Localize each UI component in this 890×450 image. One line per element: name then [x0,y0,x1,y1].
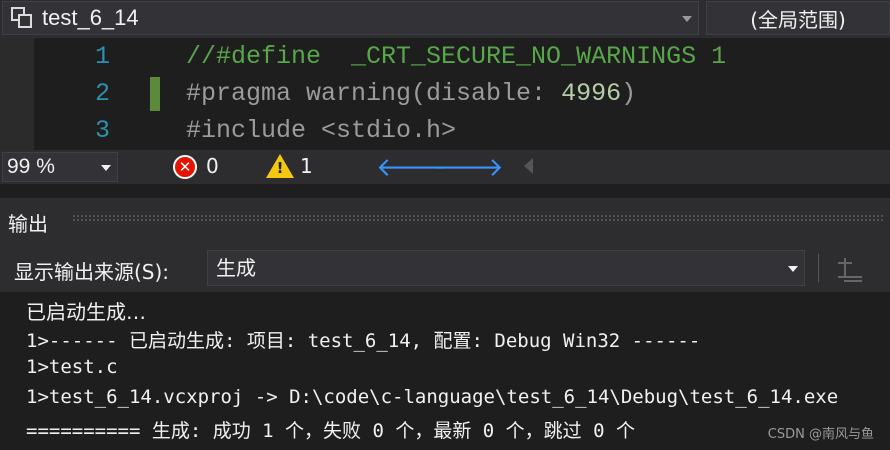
output-text-area[interactable]: 已启动生成… 1>------ 已启动生成: 项目: test_6_14, 配置:… [0,292,890,450]
project-name: test_6_14 [42,5,139,30]
chevron-down-icon [101,165,111,171]
navigation-bar: test_6_14 (全局范围) [0,0,890,38]
output-line: ========== 生成: 成功 1 个，失败 0 个，最新 0 个，跳过 0… [26,420,635,442]
output-line: 1>------ 已启动生成: 项目: test_6_14, 配置: Debug… [26,330,701,352]
code-token: //#define _CRT_SECURE_NO_WARNINGS 1 [186,42,727,71]
code-line[interactable]: 3 #include <stdio.h> [34,112,890,150]
code-token: #include <stdio.h> [186,116,457,145]
scope-dropdown[interactable]: (全局范围) [706,1,890,35]
watermark: CSDN @南风与鱼 [767,427,874,442]
output-source-label: 显示输出来源(S): [14,260,170,284]
warning-icon-mark: ! [276,159,284,177]
code-token: 4996 [561,79,622,108]
go-to-code-icon[interactable] [834,252,866,284]
code-token: #pragma warning(disable: [186,79,562,108]
code-editor[interactable]: 1 //#define _CRT_SECURE_NO_WARNINGS 1 2 #pr… [0,38,890,150]
code-line[interactable]: 1 //#define _CRT_SECURE_NO_WARNINGS 1 [34,38,890,76]
editor-margin [0,38,34,150]
arrow-right-icon[interactable]: 🡒 [434,152,504,183]
output-line: 1>test.c [26,356,118,378]
zoom-value: 99 % [7,155,55,178]
error-icon[interactable]: ✕ [173,155,197,179]
line-number: 2 [94,79,110,108]
code-token: ) [621,79,637,108]
editor-status-bar: 99 % ✕ 0 ! 1 🡐 🡒 [0,150,890,184]
change-indicator [150,77,160,111]
warning-count[interactable]: 1 [300,154,313,178]
project-icon [11,7,33,29]
output-title: 输出 [8,212,48,236]
output-pane-header: 输出 [0,198,890,244]
error-count[interactable]: 0 [206,154,219,178]
line-number: 3 [94,116,110,145]
project-dropdown[interactable]: test_6_14 [2,1,699,35]
output-source-bar: 显示输出来源(S): 生成 [0,244,890,292]
scroll-left-icon[interactable] [524,158,533,174]
output-source-dropdown[interactable]: 生成 [207,250,805,286]
code-line[interactable]: 2 #pragma warning(disable: 4996) [34,75,890,113]
code-text: //#define _CRT_SECURE_NO_WARNINGS 1 [186,38,726,76]
code-text: #pragma warning(disable: 4996) [186,75,636,113]
code-text: #include <stdio.h> [186,112,456,150]
toolbar-divider [818,254,819,282]
output-line: 已启动生成… [26,300,146,324]
drag-grip[interactable] [72,214,884,222]
zoom-dropdown[interactable]: 99 % [2,152,118,182]
line-number: 1 [94,42,110,71]
chevron-down-icon [788,266,798,272]
chevron-down-icon [682,16,692,22]
output-line: 1>test_6_14.vcxproj -> D:\code\c-languag… [26,386,839,408]
output-source-value: 生成 [216,256,256,280]
